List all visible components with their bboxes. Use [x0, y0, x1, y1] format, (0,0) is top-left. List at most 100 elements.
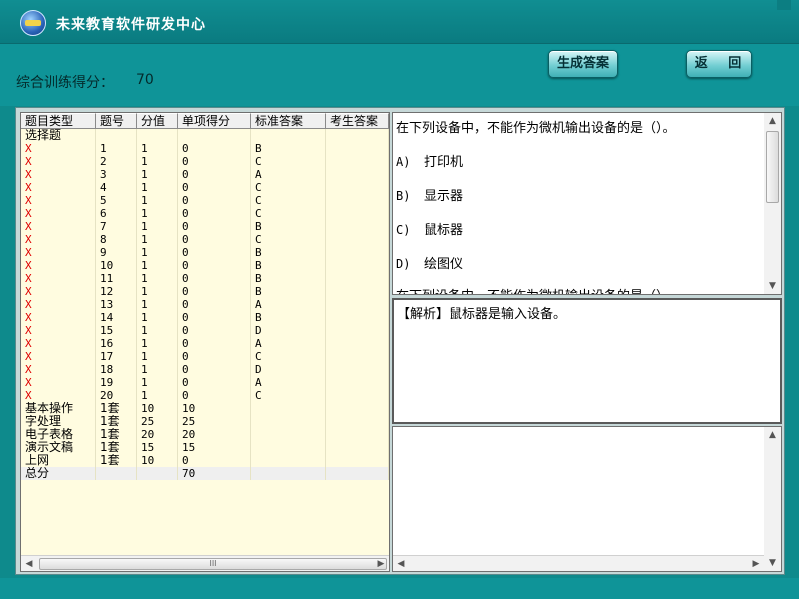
col-header-item-score[interactable]: 单项得分: [178, 113, 251, 129]
table-cell: X: [21, 246, 96, 259]
col-header-number[interactable]: 题号: [96, 113, 137, 129]
table-cell: X: [21, 337, 96, 350]
table-cell: C: [251, 155, 326, 168]
table-cell: [251, 415, 326, 428]
question-pane[interactable]: 在下列设备中，不能作为微机输出设备的是（）。 A) 打印机 B) 显示器 C) 鼠标器…: [392, 112, 782, 295]
table-row[interactable]: X110B: [21, 142, 389, 155]
extra-vertical-scrollbar[interactable]: ▲ ▼: [764, 427, 781, 571]
option-d: D) 绘图仪: [396, 257, 464, 272]
table-cell: 9: [96, 246, 137, 259]
scroll-up-icon[interactable]: ▲: [764, 113, 781, 129]
table-row[interactable]: 电子表格 1套 20 20: [21, 428, 389, 441]
table-row[interactable]: X 16 1 0 A: [21, 337, 389, 350]
table-cell: [326, 298, 389, 311]
table-cell: 0: [178, 181, 251, 194]
table-cell: [326, 415, 389, 428]
table-cell: 12: [96, 285, 137, 298]
table-cell: C: [251, 389, 326, 402]
extra-pane[interactable]: ▲ ▼ ◀ ▶: [392, 426, 782, 572]
scroll-left-icon[interactable]: ◀: [21, 556, 37, 572]
total-label: 总分: [21, 467, 96, 480]
table-cell: D: [251, 324, 326, 337]
table-cell: 字处理: [21, 415, 96, 428]
table-cell: 1: [137, 337, 178, 350]
table-cell: 0: [178, 142, 251, 155]
table-cell: A: [251, 376, 326, 389]
table-row[interactable]: X 18 1 0 D: [21, 363, 389, 376]
table-cell: 1: [137, 350, 178, 363]
table-row[interactable]: X 20 1 0 C: [21, 389, 389, 402]
scroll-right-icon[interactable]: ▶: [373, 556, 389, 572]
table-cell: 15: [178, 441, 251, 454]
table-row[interactable]: 基本操作 1套 10 10: [21, 402, 389, 415]
table-row[interactable]: X710B: [21, 220, 389, 233]
table-row[interactable]: X 17 1 0 C: [21, 350, 389, 363]
table-cell: X: [21, 207, 96, 220]
table-cell: 1: [137, 285, 178, 298]
table-row[interactable]: X 14 1 0 B: [21, 311, 389, 324]
analysis-pane[interactable]: 【解析】鼠标器是输入设备。: [392, 298, 782, 424]
scroll-down-icon[interactable]: ▼: [764, 555, 781, 571]
table-row[interactable]: 字处理 1套 25 25: [21, 415, 389, 428]
table-row[interactable]: X 12 1 0 B: [21, 285, 389, 298]
grid-scroll-thumb[interactable]: III: [39, 558, 387, 570]
total-row[interactable]: 总分 70: [21, 467, 389, 480]
score-grid[interactable]: 题目类型 题号 分值 单项得分 标准答案 考生答案 选择题 X110BX210C…: [21, 113, 389, 555]
table-cell: 演示文稿: [21, 441, 96, 454]
question-text-repeat: 在下列设备中，不能作为微机输出设备的是（）。: [396, 285, 676, 294]
table-row[interactable]: X610C: [21, 207, 389, 220]
table-cell: 0: [178, 298, 251, 311]
table-row[interactable]: X210C: [21, 155, 389, 168]
table-row[interactable]: X 11 1 0 B: [21, 272, 389, 285]
score-grid-panel: 题目类型 题号 分值 单项得分 标准答案 考生答案 选择题 X110BX210C…: [20, 112, 390, 572]
app-title: 未来教育软件研发中心: [56, 17, 206, 33]
table-row[interactable]: X510C: [21, 194, 389, 207]
table-cell: B: [251, 246, 326, 259]
col-header-standard-answer[interactable]: 标准答案: [251, 113, 326, 129]
table-cell: 1: [137, 376, 178, 389]
table-row[interactable]: X 19 1 0 A: [21, 376, 389, 389]
table-row[interactable]: X310A: [21, 168, 389, 181]
table-row[interactable]: 演示文稿 1套 15 15: [21, 441, 389, 454]
scroll-right-icon[interactable]: ▶: [748, 556, 764, 571]
grid-horizontal-scrollbar[interactable]: ◀ III ▶: [21, 555, 389, 571]
question-scroll-thumb[interactable]: [766, 131, 779, 203]
table-cell: 0: [178, 285, 251, 298]
generate-answer-button[interactable]: 生成答案: [548, 50, 618, 78]
extra-horizontal-scrollbar[interactable]: ◀ ▶: [393, 555, 764, 571]
table-cell: [326, 220, 389, 233]
table-row[interactable]: X410C: [21, 181, 389, 194]
table-cell: 15: [96, 324, 137, 337]
table-cell: 19: [96, 376, 137, 389]
back-button[interactable]: 返 回: [686, 50, 752, 78]
table-cell: B: [251, 311, 326, 324]
col-header-student-answer[interactable]: 考生答案: [326, 113, 389, 129]
question-vertical-scrollbar[interactable]: ▲ ▼: [764, 113, 781, 294]
table-cell: X: [21, 259, 96, 272]
col-header-type[interactable]: 题目类型: [21, 113, 96, 129]
table-cell: X: [21, 142, 96, 155]
table-row[interactable]: X 15 1 0 D: [21, 324, 389, 337]
scroll-up-icon[interactable]: ▲: [764, 427, 781, 443]
table-row[interactable]: X910B: [21, 246, 389, 259]
table-cell: 1: [137, 246, 178, 259]
table-row[interactable]: X 10 1 0 B: [21, 259, 389, 272]
table-cell: 0: [178, 389, 251, 402]
table-row[interactable]: 上网 1套 10 0: [21, 454, 389, 467]
scroll-down-icon[interactable]: ▼: [764, 278, 781, 294]
table-cell: B: [251, 220, 326, 233]
table-cell: 13: [96, 298, 137, 311]
section-row[interactable]: 选择题: [21, 129, 389, 142]
col-header-points[interactable]: 分值: [137, 113, 178, 129]
table-cell: 2: [96, 155, 137, 168]
table-cell: 1套: [96, 402, 137, 415]
table-cell: 1套: [96, 415, 137, 428]
analysis-text: 【解析】鼠标器是输入设备。: [397, 307, 567, 322]
table-cell: [326, 155, 389, 168]
table-row[interactable]: X810C: [21, 233, 389, 246]
table-cell: X: [21, 363, 96, 376]
scroll-left-icon[interactable]: ◀: [393, 556, 409, 571]
table-cell: 20: [137, 428, 178, 441]
score-label: 综合训练得分：: [16, 75, 114, 91]
table-row[interactable]: X 13 1 0 A: [21, 298, 389, 311]
